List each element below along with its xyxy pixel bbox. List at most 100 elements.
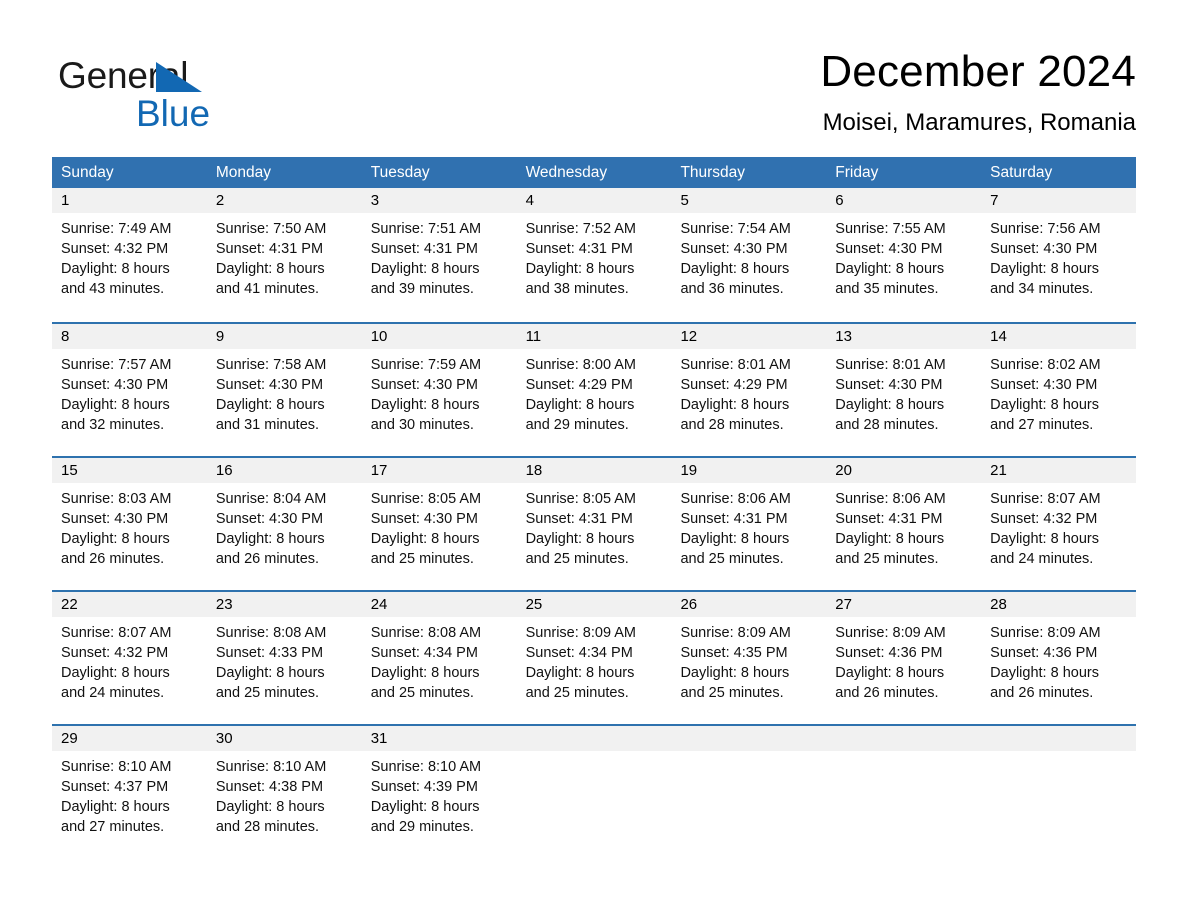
daylight-text-line2: and 28 minutes. bbox=[680, 417, 784, 433]
daylight-text-line2: and 25 minutes. bbox=[680, 551, 784, 567]
day-number: 14 bbox=[981, 324, 1137, 349]
day-number: 18 bbox=[516, 458, 672, 483]
day-cell-empty bbox=[981, 726, 1137, 858]
day-cell[interactable]: 27 Sunrise: 8:09 AM Sunset: 4:36 PM Dayligh… bbox=[826, 592, 982, 724]
daylight-text-line2: and 24 minutes. bbox=[61, 685, 165, 701]
day-cell[interactable]: 6 Sunrise: 7:55 AM Sunset: 4:30 PM Daylight… bbox=[826, 188, 982, 322]
day-cell[interactable]: 3 Sunrise: 7:51 AM Sunset: 4:31 PM Daylight… bbox=[361, 188, 517, 322]
daylight-text-line1: Daylight: 8 hours bbox=[525, 261, 635, 277]
daylight-text-line2: and 28 minutes. bbox=[835, 417, 939, 433]
sunrise-text: Sunrise: 8:02 AM bbox=[990, 357, 1101, 373]
daylight-text-line1: Daylight: 8 hours bbox=[61, 799, 170, 815]
sunrise-text: Sunrise: 7:52 AM bbox=[525, 221, 636, 237]
day-cell[interactable]: 17 Sunrise: 8:05 AM Sunset: 4:30 PM Dayligh… bbox=[361, 458, 517, 590]
sunrise-text: Sunrise: 8:06 AM bbox=[680, 491, 791, 507]
daylight-text-line1: Daylight: 8 hours bbox=[835, 665, 945, 681]
daylight-text-line1: Daylight: 8 hours bbox=[215, 397, 325, 413]
sunrise-text: Sunrise: 8:01 AM bbox=[680, 357, 791, 373]
day-number: 9 bbox=[206, 324, 362, 349]
day-cell[interactable]: 19 Sunrise: 8:06 AM Sunset: 4:31 PM Dayligh… bbox=[671, 458, 827, 590]
day-info: Sunrise: 8:02 AM Sunset: 4:30 PM Daylight:… bbox=[981, 349, 1136, 435]
day-number: 12 bbox=[671, 324, 827, 349]
day-number: 26 bbox=[671, 592, 827, 617]
day-cell[interactable]: 23 Sunrise: 8:08 AM Sunset: 4:33 PM Dayligh… bbox=[206, 592, 362, 724]
day-cell[interactable]: 10 Sunrise: 7:59 AM Sunset: 4:30 PM Dayligh… bbox=[361, 324, 517, 456]
day-cell[interactable]: 7 Sunrise: 7:56 AM Sunset: 4:30 PM Daylight… bbox=[981, 188, 1137, 322]
calendar-week-row: 1 Sunrise: 7:49 AM Sunset: 4:32 PM Daylight… bbox=[52, 188, 1137, 322]
day-cell[interactable]: 9 Sunrise: 7:58 AM Sunset: 4:30 PM Daylight… bbox=[206, 324, 362, 456]
daylight-text-line1: Daylight: 8 hours bbox=[680, 665, 790, 681]
day-cell[interactable]: 16 Sunrise: 8:04 AM Sunset: 4:30 PM Dayligh… bbox=[206, 458, 362, 590]
day-cell[interactable]: 15 Sunrise: 8:03 AM Sunset: 4:30 PM Dayligh… bbox=[52, 458, 207, 590]
daylight-text-line2: and 25 minutes. bbox=[525, 685, 629, 701]
weekday-header-monday: Monday bbox=[215, 164, 272, 181]
daylight-text-line2: and 35 minutes. bbox=[835, 281, 939, 297]
sunrise-text: Sunrise: 8:08 AM bbox=[215, 625, 327, 641]
day-cell[interactable]: 11 Sunrise: 8:00 AM Sunset: 4:29 PM Dayligh… bbox=[516, 324, 672, 456]
day-info: Sunrise: 8:05 AM Sunset: 4:31 PM Daylight:… bbox=[517, 483, 672, 569]
day-cell[interactable]: 18 Sunrise: 8:05 AM Sunset: 4:31 PM Dayligh… bbox=[516, 458, 672, 590]
day-cell[interactable]: 20 Sunrise: 8:06 AM Sunset: 4:31 PM Dayligh… bbox=[826, 458, 982, 590]
day-info: Sunrise: 8:09 AM Sunset: 4:34 PM Daylight:… bbox=[517, 617, 672, 703]
day-number: 28 bbox=[981, 592, 1137, 617]
day-cell[interactable]: 1 Sunrise: 7:49 AM Sunset: 4:32 PM Daylight… bbox=[52, 188, 207, 322]
day-cell[interactable]: 4 Sunrise: 7:52 AM Sunset: 4:31 PM Daylight… bbox=[516, 188, 672, 322]
day-cell[interactable]: 28 Sunrise: 8:09 AM Sunset: 4:36 PM Dayligh… bbox=[981, 592, 1137, 724]
generalblue-logo[interactable]: General Blue bbox=[58, 54, 318, 140]
sunset-text: Sunset: 4:29 PM bbox=[525, 377, 633, 393]
day-info: Sunrise: 8:07 AM Sunset: 4:32 PM Daylight:… bbox=[981, 483, 1136, 569]
day-number bbox=[826, 726, 982, 751]
sunset-text: Sunset: 4:30 PM bbox=[835, 241, 943, 257]
day-info: Sunrise: 7:54 AM Sunset: 4:30 PM Daylight:… bbox=[671, 213, 826, 299]
daylight-text-line2: and 27 minutes. bbox=[990, 417, 1094, 433]
calendar-page: General Blue December 2024 Moisei, Maram… bbox=[0, 0, 1188, 918]
sunset-text: Sunset: 4:30 PM bbox=[215, 511, 324, 527]
day-info: Sunrise: 8:08 AM Sunset: 4:33 PM Daylight:… bbox=[207, 617, 362, 703]
day-cell[interactable]: 5 Sunrise: 7:54 AM Sunset: 4:30 PM Daylight… bbox=[671, 188, 827, 322]
day-cell[interactable]: 21 Sunrise: 8:07 AM Sunset: 4:32 PM Dayligh… bbox=[981, 458, 1137, 590]
sunrise-text: Sunrise: 7:59 AM bbox=[370, 357, 482, 373]
day-info: Sunrise: 8:09 AM Sunset: 4:36 PM Daylight:… bbox=[981, 617, 1136, 703]
daylight-text-line2: and 27 minutes. bbox=[61, 819, 165, 835]
day-cell[interactable]: 31 Sunrise: 8:10 AM Sunset: 4:39 PM Dayligh… bbox=[361, 726, 517, 858]
daylight-text-line1: Daylight: 8 hours bbox=[370, 531, 480, 547]
day-cell[interactable]: 25 Sunrise: 8:09 AM Sunset: 4:34 PM Dayligh… bbox=[516, 592, 672, 724]
day-number: 27 bbox=[826, 592, 982, 617]
daylight-text-line2: and 25 minutes. bbox=[370, 685, 474, 701]
sunset-text: Sunset: 4:31 PM bbox=[835, 511, 943, 527]
day-cell[interactable]: 30 Sunrise: 8:10 AM Sunset: 4:38 PM Dayligh… bbox=[206, 726, 362, 858]
daylight-text-line2: and 30 minutes. bbox=[370, 417, 474, 433]
sunset-text: Sunset: 4:30 PM bbox=[680, 241, 788, 257]
daylight-text-line2: and 31 minutes. bbox=[215, 417, 320, 433]
daylight-text-line1: Daylight: 8 hours bbox=[61, 531, 170, 547]
daylight-text-line1: Daylight: 8 hours bbox=[370, 799, 480, 815]
day-info: Sunrise: 8:10 AM Sunset: 4:38 PM Daylight:… bbox=[207, 751, 362, 837]
day-cell[interactable]: 8 Sunrise: 7:57 AM Sunset: 4:30 PM Daylight… bbox=[52, 324, 207, 456]
daylight-text-line1: Daylight: 8 hours bbox=[680, 261, 790, 277]
day-info: Sunrise: 7:51 AM Sunset: 4:31 PM Daylight:… bbox=[362, 213, 517, 299]
day-cell[interactable]: 24 Sunrise: 8:08 AM Sunset: 4:34 PM Dayligh… bbox=[361, 592, 517, 724]
day-number: 10 bbox=[361, 324, 517, 349]
sunrise-text: Sunrise: 8:08 AM bbox=[370, 625, 482, 641]
sunrise-text: Sunrise: 7:50 AM bbox=[215, 221, 327, 237]
sunrise-text: Sunrise: 8:05 AM bbox=[370, 491, 482, 507]
sunset-text: Sunset: 4:30 PM bbox=[370, 377, 478, 393]
day-cell[interactable]: 29 Sunrise: 8:10 AM Sunset: 4:37 PM Dayligh… bbox=[52, 726, 207, 858]
day-cell-empty bbox=[516, 726, 672, 858]
weekday-header-wednesday: Wednesday bbox=[525, 164, 608, 181]
day-number bbox=[671, 726, 827, 751]
sunrise-text: Sunrise: 8:01 AM bbox=[835, 357, 946, 373]
logo-triangle-icon bbox=[156, 62, 202, 92]
daylight-text-line1: Daylight: 8 hours bbox=[990, 397, 1099, 413]
day-cell[interactable]: 12 Sunrise: 8:01 AM Sunset: 4:29 PM Dayligh… bbox=[671, 324, 827, 456]
weekday-header-saturday: Saturday bbox=[990, 164, 1053, 181]
day-cell[interactable]: 14 Sunrise: 8:02 AM Sunset: 4:30 PM Dayligh… bbox=[981, 324, 1137, 456]
daylight-text-line2: and 25 minutes. bbox=[525, 551, 629, 567]
day-cell[interactable]: 22 Sunrise: 8:07 AM Sunset: 4:32 PM Dayligh… bbox=[52, 592, 207, 724]
day-cell[interactable]: 26 Sunrise: 8:09 AM Sunset: 4:35 PM Dayligh… bbox=[671, 592, 827, 724]
day-number: 16 bbox=[206, 458, 362, 483]
day-info: Sunrise: 7:59 AM Sunset: 4:30 PM Daylight:… bbox=[362, 349, 517, 435]
calendar-week-row: 29 Sunrise: 8:10 AM Sunset: 4:37 PM Dayligh… bbox=[52, 724, 1137, 858]
day-cell[interactable]: 13 Sunrise: 8:01 AM Sunset: 4:30 PM Dayligh… bbox=[826, 324, 982, 456]
day-cell[interactable]: 2 Sunrise: 7:50 AM Sunset: 4:31 PM Daylight… bbox=[206, 188, 362, 322]
